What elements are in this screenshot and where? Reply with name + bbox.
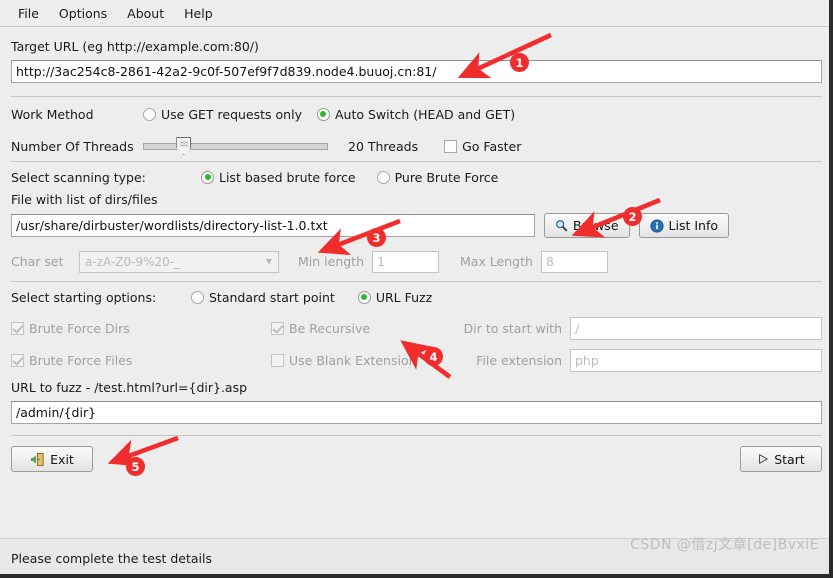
- radio-auto-switch-label: Auto Switch (HEAD and GET): [334, 106, 516, 122]
- radio-url-fuzz-indicator: [357, 290, 371, 304]
- menu-options[interactable]: Options: [49, 3, 117, 24]
- radio-pure-brute-force-indicator: [376, 170, 390, 184]
- radio-url-fuzz-label: URL Fuzz: [375, 289, 433, 305]
- list-info-button[interactable]: List Info: [638, 213, 729, 238]
- file-list-label: File with list of dirs/files: [11, 192, 158, 207]
- wordlist-file-input[interactable]: [11, 214, 535, 237]
- radio-use-get-only[interactable]: Use GET requests only: [143, 107, 302, 122]
- window-frame-right: [829, 0, 833, 578]
- radio-auto-switch-indicator: [316, 107, 330, 121]
- radio-list-based[interactable]: List based brute force: [201, 170, 356, 185]
- threads-label: Number Of Threads: [11, 138, 134, 154]
- exit-button-label: Exit: [50, 451, 74, 467]
- dir-to-start-input[interactable]: [570, 316, 822, 340]
- radio-url-fuzz[interactable]: URL Fuzz: [357, 289, 433, 305]
- charset-select[interactable]: a-zA-Z0-9%20-_ ▼: [79, 250, 279, 273]
- radio-standard-start-point[interactable]: Standard start point: [191, 290, 335, 305]
- threads-slider[interactable]: [143, 136, 328, 156]
- threads-slider-thumb[interactable]: [176, 137, 192, 155]
- min-length-input[interactable]: [372, 250, 439, 273]
- starting-options-label: Select starting options:: [11, 289, 157, 305]
- start-button[interactable]: Start: [740, 446, 822, 472]
- checkbox-brute-force-files-indicator: [11, 354, 24, 367]
- min-length-label: Min length: [298, 254, 364, 269]
- target-url-input[interactable]: [11, 60, 822, 83]
- file-extension-label: File extension: [476, 353, 562, 368]
- play-icon: [757, 453, 769, 465]
- radio-standard-start-point-label: Standard start point: [209, 289, 335, 305]
- main-panel: Target URL (eg http://example.com:80/) W…: [0, 27, 833, 578]
- radio-standard-start-point-indicator: [191, 290, 204, 304]
- menu-help[interactable]: Help: [174, 3, 223, 24]
- window-frame-bottom: [0, 574, 833, 578]
- checkbox-go-faster[interactable]: Go Faster: [444, 139, 521, 154]
- checkbox-brute-force-files-label: Brute Force Files: [29, 353, 133, 368]
- radio-pure-brute-force[interactable]: Pure Brute Force: [376, 169, 499, 185]
- url-to-fuzz-input[interactable]: [11, 401, 822, 424]
- menu-bar: File Options About Help: [0, 0, 833, 27]
- checkbox-brute-force-dirs-label: Brute Force Dirs: [29, 320, 130, 336]
- exit-door-icon: [30, 452, 45, 467]
- browse-button-label: Browse: [573, 218, 619, 233]
- menu-about[interactable]: About: [117, 3, 174, 24]
- list-info-button-label: List Info: [668, 218, 718, 233]
- checkbox-be-recursive-indicator: [271, 321, 284, 335]
- checkbox-go-faster-indicator: [444, 139, 458, 153]
- target-url-label: Target URL (eg http://example.com:80/): [11, 39, 259, 54]
- checkbox-use-blank-extension[interactable]: Use Blank Extension: [271, 353, 457, 368]
- checkbox-use-blank-extension-indicator: [271, 354, 284, 367]
- dir-to-start-label: Dir to start with: [463, 320, 562, 336]
- checkbox-use-blank-extension-label: Use Blank Extension: [289, 353, 417, 368]
- info-icon: [649, 218, 664, 233]
- charset-select-value: a-zA-Z0-9%20-_: [85, 254, 181, 269]
- checkbox-brute-force-dirs-indicator: [11, 321, 24, 335]
- checkbox-go-faster-label: Go Faster: [462, 138, 522, 154]
- radio-pure-brute-force-label: Pure Brute Force: [394, 169, 499, 185]
- max-length-input[interactable]: [540, 250, 608, 273]
- radio-auto-switch[interactable]: Auto Switch (HEAD and GET): [316, 106, 516, 122]
- threads-slider-track: [143, 142, 328, 150]
- chevron-down-icon: ▼: [265, 257, 273, 266]
- status-bar: Please complete the test details: [0, 538, 833, 578]
- checkbox-be-recursive[interactable]: Be Recursive: [271, 321, 457, 336]
- exit-button[interactable]: Exit: [11, 446, 93, 472]
- threads-value: 20 Threads: [348, 138, 419, 154]
- charset-label: Char set: [11, 254, 64, 269]
- status-message: Please complete the test details: [11, 551, 213, 566]
- file-extension-input[interactable]: [570, 349, 822, 372]
- radio-use-get-only-label: Use GET requests only: [161, 106, 302, 122]
- radio-use-get-only-indicator: [143, 107, 156, 121]
- url-to-fuzz-label: URL to fuzz - /test.html?url={dir}.asp: [11, 380, 248, 395]
- radio-list-based-indicator: [201, 170, 214, 184]
- browse-button[interactable]: Browse: [544, 213, 630, 238]
- search-icon: [555, 219, 568, 232]
- checkbox-brute-force-files[interactable]: Brute Force Files: [11, 353, 271, 368]
- scanning-type-label: Select scanning type:: [11, 169, 146, 185]
- radio-list-based-label: List based brute force: [219, 169, 356, 185]
- checkbox-be-recursive-label: Be Recursive: [289, 320, 371, 336]
- work-method-label: Work Method: [11, 106, 94, 122]
- max-length-label: Max Length: [460, 254, 533, 269]
- menu-file[interactable]: File: [8, 3, 49, 24]
- start-button-label: Start: [774, 451, 805, 467]
- checkbox-brute-force-dirs[interactable]: Brute Force Dirs: [11, 321, 271, 336]
